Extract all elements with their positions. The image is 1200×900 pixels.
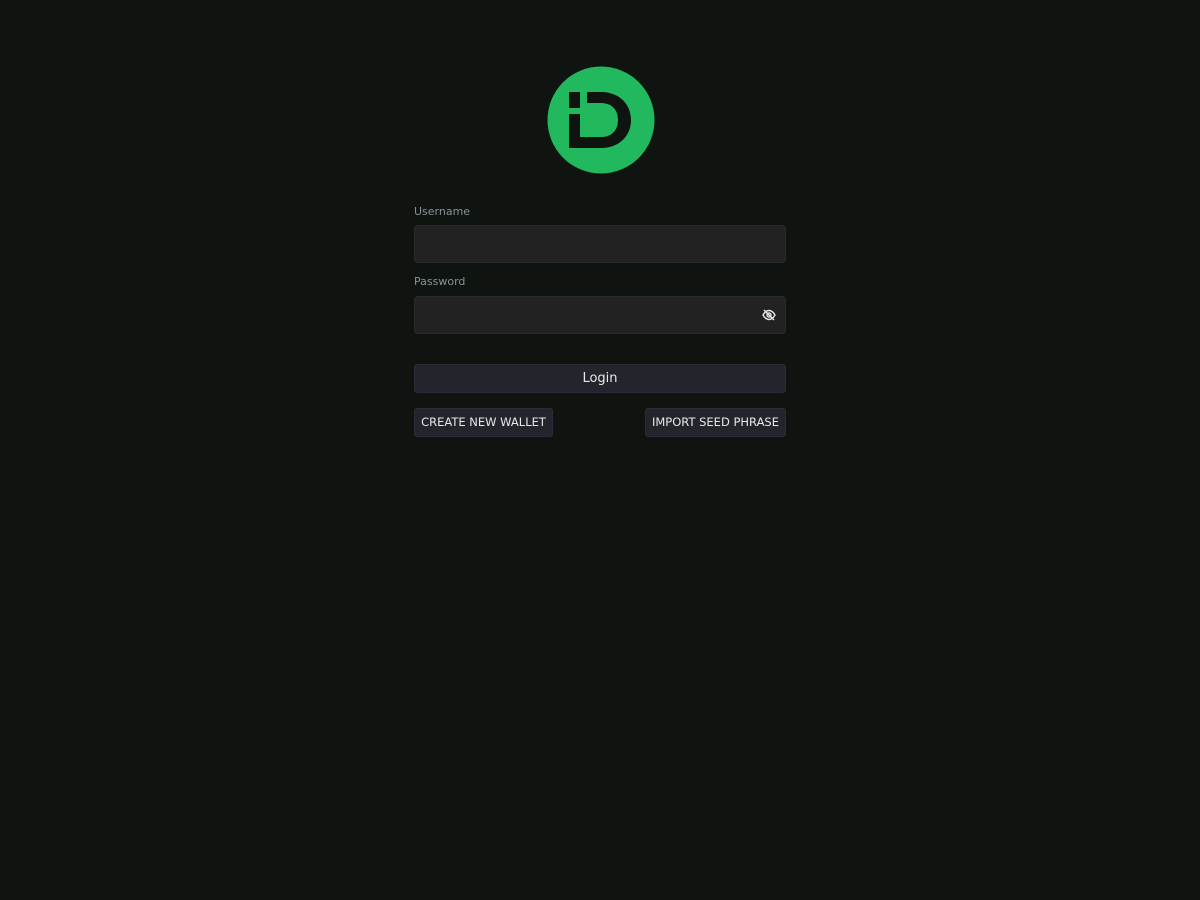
create-new-wallet-button[interactable]: CREATE NEW WALLET	[414, 408, 553, 437]
eye-slash-icon	[762, 309, 776, 321]
password-visibility-toggle[interactable]	[761, 308, 777, 322]
login-page: Username Password Login CREATE NEW WALLE…	[0, 0, 1200, 900]
username-label: Username	[414, 205, 471, 218]
brand-d-logo-icon	[547, 66, 655, 174]
password-input[interactable]	[414, 296, 786, 334]
brand-logo	[547, 66, 655, 174]
import-seed-phrase-button[interactable]: IMPORT SEED PHRASE	[645, 408, 786, 437]
login-button[interactable]: Login	[414, 364, 786, 393]
username-input[interactable]	[414, 225, 786, 263]
password-label: Password	[414, 275, 466, 288]
